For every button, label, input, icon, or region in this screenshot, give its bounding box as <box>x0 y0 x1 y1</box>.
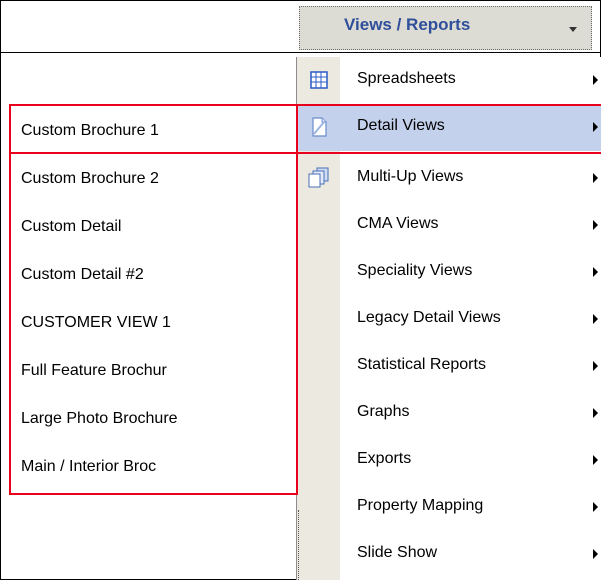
menu-item-detail-views[interactable]: Detail Views <box>296 104 601 151</box>
multi-document-icon <box>308 167 330 189</box>
menu-item-label: CMA Views <box>357 215 439 232</box>
submenu-arrow-icon <box>593 267 598 277</box>
submenu-item-label: Full Feature Brochur <box>21 362 167 379</box>
menu-item-legacy-detail-views[interactable]: Legacy Detail Views <box>296 296 601 343</box>
submenu-item-label: Main / Interior Broc <box>21 458 157 475</box>
menu-item-label: Statistical Reports <box>357 356 486 373</box>
views-reports-label: Views / Reports <box>344 15 471 34</box>
menu-item-label: Detail Views <box>357 117 445 134</box>
menu-item-label: Graphs <box>357 403 410 420</box>
menu-item-spreadsheets[interactable]: Spreadsheets <box>296 57 601 104</box>
submenu-arrow-icon <box>593 122 598 132</box>
submenu-item-label: Custom Detail <box>21 218 122 235</box>
submenu-arrow-icon <box>593 314 598 324</box>
submenu-arrow-icon <box>593 549 598 559</box>
submenu-arrow-icon <box>593 455 598 465</box>
submenu-item-full-feature-brochure[interactable]: Full Feature Brochur <box>11 346 296 393</box>
menu-item-statistical-reports[interactable]: Statistical Reports <box>296 343 601 390</box>
submenu-arrow-icon <box>593 361 598 371</box>
menu-item-exports[interactable]: Exports <box>296 437 601 484</box>
menu-item-graphs[interactable]: Graphs <box>296 390 601 437</box>
menu-item-label: Multi-Up Views <box>357 168 464 185</box>
submenu-item-label: Custom Brochure 1 <box>21 122 159 139</box>
menu-item-cma-views[interactable]: CMA Views <box>296 202 601 249</box>
chevron-down-icon[interactable] <box>569 27 577 32</box>
menu-item-property-mapping[interactable]: Property Mapping <box>296 484 601 531</box>
submenu-arrow-icon <box>593 220 598 230</box>
submenu-item-label: Custom Brochure 2 <box>21 170 159 187</box>
submenu-arrow-icon <box>593 173 598 183</box>
menu-item-label: Exports <box>357 450 412 467</box>
submenu-item-custom-detail[interactable]: Custom Detail <box>11 202 296 249</box>
menu-item-multi-up-views[interactable]: Multi-Up Views <box>296 155 601 202</box>
submenu-item-large-photo-brochure[interactable]: Large Photo Brochure <box>11 394 296 441</box>
submenu-item-label: Custom Detail #2 <box>21 266 144 283</box>
menu-item-label: Legacy Detail Views <box>357 309 501 326</box>
menu-item-slide-show[interactable]: Slide Show <box>296 531 601 578</box>
detail-views-submenu: Custom Brochure 1 Custom Brochure 2 Cust… <box>11 106 296 493</box>
menu-item-speciality-views[interactable]: Speciality Views <box>296 249 601 296</box>
submenu-item-customer-view-1[interactable]: CUSTOMER VIEW 1 <box>11 298 296 345</box>
menu-item-label: Speciality Views <box>357 262 473 279</box>
submenu-item-label: CUSTOMER VIEW 1 <box>21 314 171 331</box>
submenu-item-custom-detail-2[interactable]: Custom Detail #2 <box>11 250 296 297</box>
document-icon <box>308 116 330 138</box>
views-reports-dropdown[interactable]: Views / Reports <box>299 6 592 50</box>
menu-item-label: Property Mapping <box>357 497 484 514</box>
submenu-item-main-interior-brochure[interactable]: Main / Interior Broc <box>11 442 296 489</box>
toolbar-divider <box>0 52 600 53</box>
submenu-arrow-icon <box>593 502 598 512</box>
views-reports-menu: Spreadsheets Detail Views Multi-Up Views… <box>296 57 601 580</box>
spreadsheet-icon <box>308 69 330 91</box>
submenu-item-label: Large Photo Brochure <box>21 410 178 427</box>
submenu-item-custom-brochure-2[interactable]: Custom Brochure 2 <box>11 154 296 201</box>
menu-item-label: Spreadsheets <box>357 70 456 87</box>
submenu-arrow-icon <box>593 408 598 418</box>
dotted-divider <box>298 510 300 580</box>
submenu-arrow-icon <box>593 75 598 85</box>
menu-item-label: Slide Show <box>357 544 438 561</box>
submenu-item-custom-brochure-1[interactable]: Custom Brochure 1 <box>11 106 296 153</box>
